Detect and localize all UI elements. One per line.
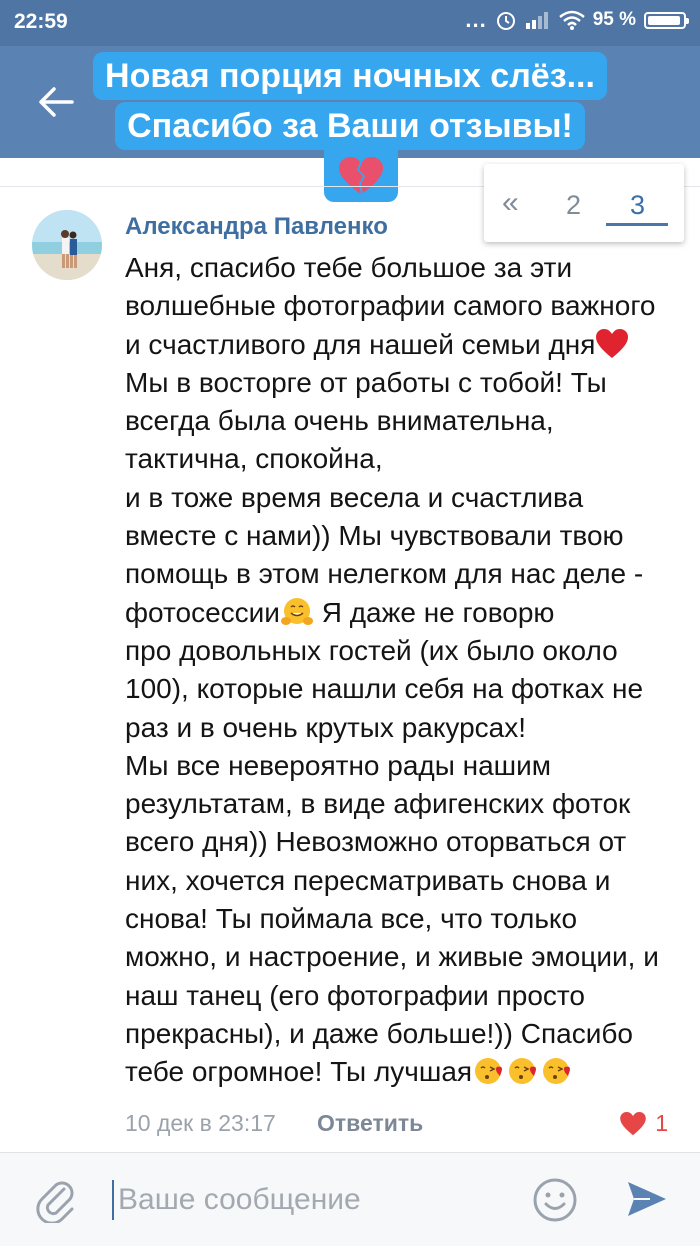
battery-icon — [644, 11, 689, 29]
comment-date: 10 дек в 23:17 — [125, 1110, 276, 1136]
alarm-icon — [496, 12, 515, 30]
battery-percent: 95 % — [592, 9, 636, 30]
comment-text-part-3: Я даже не говорю про довольных гостей (и… — [125, 596, 659, 1088]
comment-author[interactable]: Александра Павленко — [125, 213, 388, 241]
pagination-prev[interactable]: « — [502, 186, 519, 220]
pagination: « 2 3 — [484, 164, 684, 242]
heart-icon — [620, 1111, 647, 1135]
header-title: Новая порция ночных слёз... Спасибо за В… — [0, 52, 700, 152]
avatar-photo — [32, 210, 102, 280]
kissing-face-icon — [543, 1058, 571, 1085]
avatar[interactable] — [32, 210, 102, 280]
title-line-2: Спасибо за Ваши отзывы! — [115, 102, 585, 150]
signal-icon — [525, 12, 548, 29]
text-cursor — [112, 1180, 114, 1220]
like-button[interactable]: 1 — [619, 1110, 668, 1137]
emoji-icon[interactable] — [532, 1177, 578, 1223]
pagination-page-3[interactable]: 3 — [630, 190, 645, 221]
kissing-face-icon — [475, 1058, 503, 1085]
comment-text-part-1: Аня, спасибо тебе большое за эти волшебн… — [125, 252, 664, 360]
send-icon[interactable] — [624, 1176, 670, 1222]
notification-dots: ... — [465, 7, 487, 32]
status-time: 22:59 — [14, 10, 68, 33]
reply-button[interactable]: Ответить — [317, 1110, 423, 1137]
message-input[interactable] — [118, 1176, 518, 1224]
pagination-page-2[interactable]: 2 — [566, 190, 581, 221]
like-count: 1 — [655, 1110, 668, 1136]
kissing-face-icon — [509, 1058, 537, 1085]
comment-text-part-2: Мы в восторге от работы с тобой! Ты всег… — [125, 366, 644, 628]
red-heart-icon — [596, 328, 629, 358]
paperclip-icon[interactable] — [34, 1175, 78, 1223]
battery-level — [648, 15, 681, 25]
comment-text: Аня, спасибо тебе большое за эти волшебн… — [125, 249, 670, 1092]
status-icons: ... 95 % — [465, 7, 689, 32]
title-line-1: Новая порция ночных слёз... — [93, 52, 607, 100]
broken-heart-icon — [339, 157, 383, 194]
broken-heart-badge — [324, 150, 398, 202]
wifi-icon — [558, 10, 585, 30]
status-bar: 22:59 ... 95 % — [0, 0, 700, 46]
pagination-current-indicator — [606, 223, 668, 226]
hugging-face-icon — [280, 597, 313, 625]
